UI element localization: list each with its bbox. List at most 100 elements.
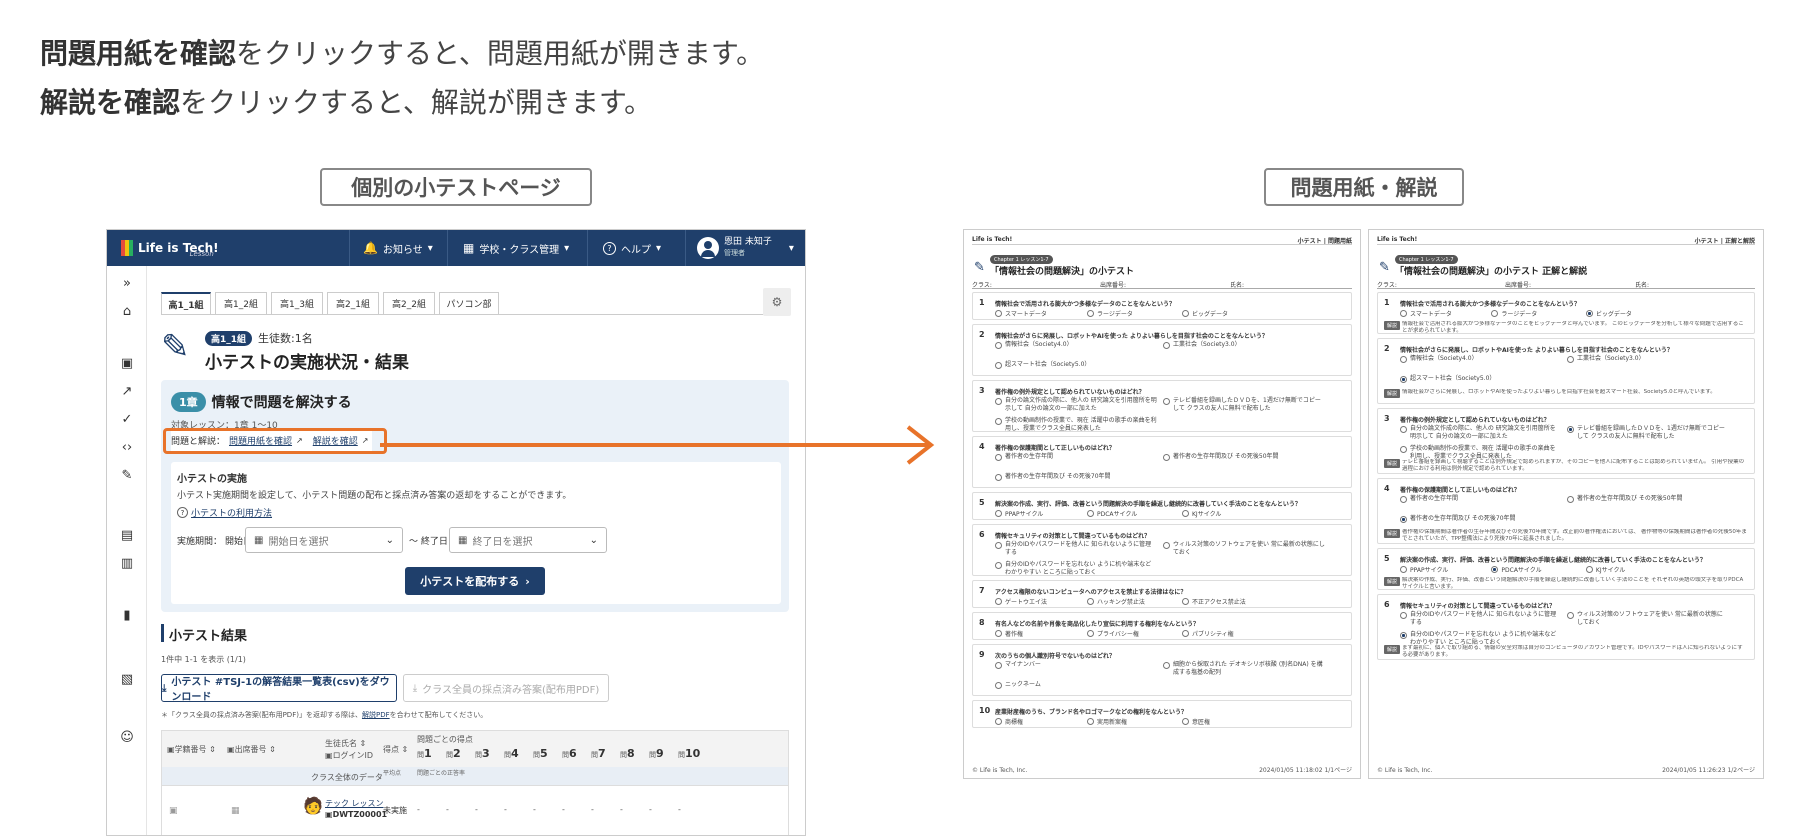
doc-edit-icon[interactable]: ▥ xyxy=(119,556,135,571)
exec-title: 小テストの実施 xyxy=(177,474,247,485)
pdf-note: ＊「クラス全員の採点済み答案(配布用PDF)」を返却する際は、解説PDFを合わせ… xyxy=(161,711,488,719)
tab-class-4[interactable]: 高2_1組 xyxy=(327,292,379,314)
option-text: スマートデータ xyxy=(1005,311,1047,318)
col-q9[interactable]: 問9 xyxy=(649,747,664,760)
avatar-icon xyxy=(697,237,719,259)
code-icon[interactable]: ‹› xyxy=(119,440,135,455)
highlight-box xyxy=(163,428,387,454)
question-box: 2 情報社会がさらに発展し、ロボットやAIを使った よりよい暮らしを目指す社会のこ… xyxy=(1377,338,1755,404)
download-csv-button[interactable]: ⤓ 小テスト #TSJ-1の解答結果一覧表(csv)をダウンロード xyxy=(161,674,397,703)
question-number: 7 xyxy=(979,586,985,595)
radio-icon xyxy=(1182,630,1189,637)
documents-icon[interactable]: ▤ xyxy=(119,528,135,543)
tab-class-2[interactable]: 高1_2組 xyxy=(215,292,267,314)
option-text: 自分のIDやパスワードを他人に 知られないように管理する xyxy=(1410,611,1557,626)
notice-menu[interactable]: 🔔 お知らせ ▾ xyxy=(363,230,433,266)
option-text: 超スマート社会（Society5.0） xyxy=(1005,361,1091,368)
chapter-title: 情報で問題を解決する xyxy=(211,395,352,411)
question-text: 情報セキュリティの対策として間違っているものはどれ？ xyxy=(1400,603,1556,610)
option-text: ゲートウエイ法 xyxy=(1005,599,1048,606)
question-text: 産業財産権のうち、ブランド名やロゴマークなどの権利をなんという？ xyxy=(995,709,1188,716)
col-q4[interactable]: 問4 xyxy=(504,747,519,760)
q-score-cell: - xyxy=(562,805,565,814)
option-text: KJサイクル xyxy=(1192,511,1222,518)
expand-sidebar-icon[interactable]: » xyxy=(119,276,135,291)
home-icon[interactable]: ⌂ xyxy=(119,304,135,319)
settings-gear-icon[interactable]: ⚙ xyxy=(763,288,791,316)
q-score-cell: - xyxy=(649,805,652,814)
question-number: 4 xyxy=(1384,484,1390,493)
tab-class-5[interactable]: 高2_2組 xyxy=(383,292,435,314)
option-text: マイナンバー xyxy=(1005,661,1041,668)
col-q10[interactable]: 問10 xyxy=(678,747,700,760)
radio-icon xyxy=(1087,310,1094,317)
student-name-link[interactable]: テック レッスン xyxy=(325,798,384,809)
tab-class-3[interactable]: 高1_3組 xyxy=(271,292,323,314)
radio-icon xyxy=(995,418,1002,425)
question-text: 解決案の作成、実行、評価、改善という問題解決の手順を繰返し継続的に改善していく手… xyxy=(1400,557,1706,564)
trend-icon[interactable]: ↗ xyxy=(119,384,135,399)
end-date-select[interactable]: ▦ 終了日を選択 ⌄ xyxy=(449,527,607,553)
smile-icon[interactable]: ☺ xyxy=(119,730,135,745)
col-q8[interactable]: 問8 xyxy=(620,747,635,760)
download-pdf-button[interactable]: ⤓ クラス全員の採点済み答案(配布用PDF) xyxy=(403,674,609,702)
explanation-badge: 解説 xyxy=(1384,459,1401,468)
user-menu[interactable]: 恩田 未知子 管理者 ▾ xyxy=(697,230,794,266)
col-student-name[interactable]: 生徒氏名 ⇕ xyxy=(325,738,366,749)
option-text: 工業社会（Society3.0） xyxy=(1577,355,1645,362)
usage-link[interactable]: 小テストの利用方法 xyxy=(191,506,272,519)
radio-icon xyxy=(1585,310,1593,317)
option-text: PPAPサイクル xyxy=(1410,567,1449,574)
help-circle-icon: ? xyxy=(177,507,188,518)
distribute-button[interactable]: 小テストを配布する › xyxy=(405,567,545,595)
question-text: アクセス権限のないコンピュータへのアクセスを禁止する法律はなに？ xyxy=(995,589,1187,596)
col-score[interactable]: 得点 ⇕ xyxy=(383,744,408,755)
radio-icon xyxy=(995,562,1002,569)
tab-class-1[interactable]: 高1_1組 xyxy=(161,292,211,314)
explanation-text: 著作権の保護期間は著作者の生存年間及びその死後70年間です。改正前の著作権法にお… xyxy=(1402,529,1747,542)
chart-icon[interactable]: ▮ xyxy=(119,608,135,623)
radio-icon xyxy=(1163,398,1170,405)
exec-desc: 小テスト実施期間を設定して、小テスト問題の配布と採点済み答案の返却をすることがで… xyxy=(177,491,572,501)
col-student-no[interactable]: ▣学籍番号 ⇕ xyxy=(167,744,216,755)
start-date-select[interactable]: ▦ 開始日を選択 ⌄ xyxy=(245,527,403,553)
radio-icon xyxy=(1400,356,1407,363)
file-gear-icon[interactable]: ▧ xyxy=(119,672,135,687)
col-q2[interactable]: 問2 xyxy=(446,747,461,760)
col-q3[interactable]: 問3 xyxy=(475,747,490,760)
question-box: 2 情報社会がさらに発展し、ロボットやAIを使った よりよい暮らしを目指す社会のこ… xyxy=(972,324,1352,376)
option-text: 情報社会（Society4.0） xyxy=(1005,341,1073,348)
app-logo[interactable]: Life is Tech! Lesson xyxy=(121,238,219,258)
rate-label: 問題ごとの正答率 xyxy=(417,770,465,777)
q-score-cell: - xyxy=(475,805,478,814)
radio-icon xyxy=(1182,718,1189,725)
presentation-icon[interactable]: ▣ xyxy=(119,356,135,371)
option-text: スマートデータ xyxy=(1410,311,1452,318)
col-attend-no[interactable]: ▣出席番号 ⇕ xyxy=(227,744,276,755)
check-circle-icon[interactable]: ✓ xyxy=(119,412,135,427)
option-text: 実用新案権 xyxy=(1097,719,1128,726)
radio-icon xyxy=(1400,446,1407,453)
answer-pdf-link[interactable]: 解説PDF xyxy=(362,711,390,719)
download-icon: ⤓ xyxy=(162,682,167,694)
radio-icon xyxy=(995,474,1002,481)
col-q6[interactable]: 問6 xyxy=(562,747,577,760)
tab-pc-club[interactable]: パソコン部 xyxy=(439,292,499,314)
help-icon: ? xyxy=(603,241,616,255)
option-text: PDCAサイクル xyxy=(1501,567,1542,574)
col-q7[interactable]: 問7 xyxy=(591,747,606,760)
pencil-icon[interactable]: ✎ xyxy=(119,468,135,483)
option-text: 工業社会（Society3.0） xyxy=(1173,341,1241,348)
class-badge: 高1_1組 xyxy=(205,330,253,346)
school-class-menu[interactable]: ▦ 学校・クラス管理 ▾ xyxy=(463,230,569,266)
option-text: パブリシティ権 xyxy=(1192,631,1234,638)
question-number: 6 xyxy=(1384,600,1390,609)
question-box: 3 著作権の例外規定として認められていないものはどれ？ 自分の論文作成の際に、他人の… xyxy=(1377,408,1755,474)
radio-icon xyxy=(1400,496,1407,503)
col-q5[interactable]: 問5 xyxy=(533,747,548,760)
student-login: ▣DWTZ00001 xyxy=(325,810,388,819)
radio-icon xyxy=(995,310,1002,317)
question-number: 5 xyxy=(1384,554,1390,563)
col-q1[interactable]: 問1 xyxy=(417,747,432,760)
help-menu[interactable]: ? ヘルプ ▾ xyxy=(603,230,661,266)
